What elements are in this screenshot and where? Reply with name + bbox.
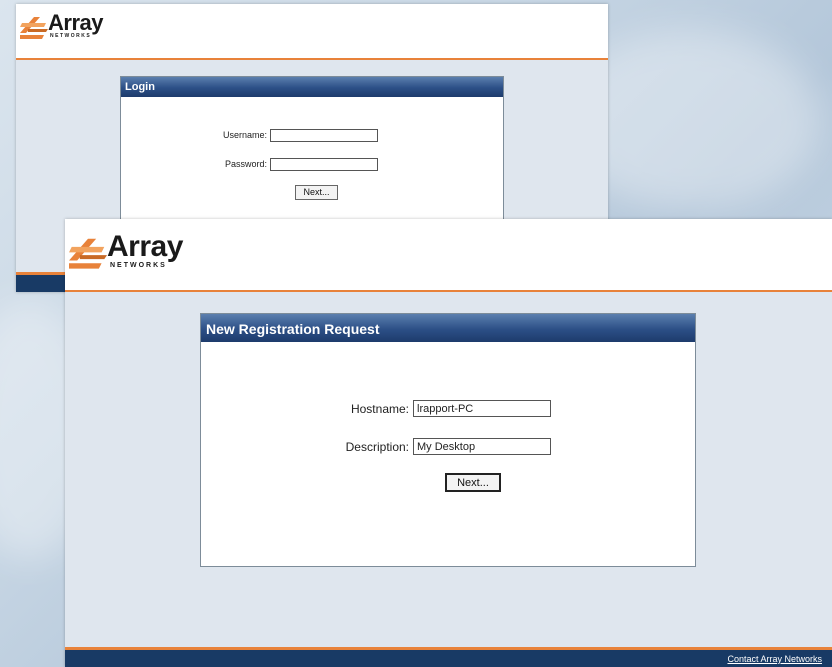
registration-header: Array NETWORKS <box>65 219 832 292</box>
array-logo-icon <box>69 238 107 269</box>
login-header: Array NETWORKS <box>16 4 608 60</box>
logo-wordmark: Array <box>107 230 183 263</box>
registration-panel-title: New Registration Request <box>201 314 695 342</box>
registration-panel: New Registration Request Hostname: Descr… <box>200 313 696 567</box>
registration-panel-title-text: New Registration Request <box>206 321 380 337</box>
hostname-label: Hostname: <box>350 402 409 416</box>
login-panel-title: Login <box>121 77 503 97</box>
registration-footer: Contact Array Networks <box>65 647 832 667</box>
login-next-button[interactable]: Next... <box>295 185 338 200</box>
logo-tagline: NETWORKS <box>110 262 167 269</box>
contact-link[interactable]: Contact Array Networks <box>727 654 822 664</box>
logo-wordmark: Array <box>48 10 103 35</box>
description-input[interactable] <box>413 438 551 455</box>
login-panel-title-text: Login <box>125 81 155 93</box>
array-logo: Array NETWORKS <box>20 12 103 39</box>
password-input[interactable] <box>270 158 378 171</box>
hostname-input[interactable] <box>413 400 551 417</box>
array-logo-icon <box>20 16 48 39</box>
username-label: Username: <box>222 130 267 140</box>
username-input[interactable] <box>270 129 378 142</box>
registration-next-button[interactable]: Next... <box>445 473 501 492</box>
array-logo: Array NETWORKS <box>69 232 183 269</box>
registration-window: Array NETWORKS New Registration Request … <box>65 219 832 667</box>
description-label: Description: <box>345 440 409 454</box>
password-label: Password: <box>224 159 267 169</box>
